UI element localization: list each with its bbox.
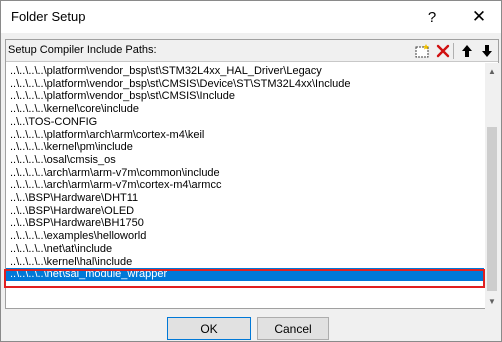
list-item[interactable]: ..\..\..\..\arch\arm\arm-v7m\common\incl… — [6, 167, 484, 180]
panel-header: Setup Compiler Include Paths: — [6, 40, 498, 62]
list-item[interactable]: ..\..\..\..\examples\helloworld — [6, 230, 484, 243]
title-bar: Folder Setup ? ✕ — [1, 1, 501, 33]
list-item[interactable]: ..\..\..\..\osal\cmsis_os — [6, 154, 484, 167]
list-item[interactable]: ..\..\..\..\platform\vendor_bsp\st\CMSIS… — [6, 78, 484, 91]
ok-button[interactable]: OK — [167, 317, 251, 340]
list-item[interactable]: ..\..\..\..\kernel\hal\include — [6, 256, 484, 269]
cancel-button[interactable]: Cancel — [257, 317, 329, 340]
scroll-thumb[interactable] — [487, 127, 497, 291]
help-button[interactable]: ? — [413, 1, 451, 33]
move-up-icon[interactable] — [458, 42, 476, 60]
window-title: Folder Setup — [11, 9, 86, 24]
list-item[interactable]: ..\..\BSP\Hardware\DHT11 — [6, 192, 484, 205]
list-item[interactable]: ..\..\TOS-CONFIG — [6, 116, 484, 129]
list-item[interactable]: ..\..\..\..\net\at\include — [6, 243, 484, 256]
include-paths-panel: Setup Compiler Include Paths: ..\..\..\.… — [5, 39, 499, 309]
list-item[interactable]: ..\..\..\..\platform\vendor_bsp\st\CMSIS… — [6, 90, 484, 103]
list-item[interactable]: ..\..\..\..\arch\arm\arm-v7m\cortex-m4\a… — [6, 179, 484, 192]
scroll-down-icon[interactable]: ▼ — [485, 293, 499, 309]
include-path-list[interactable]: ..\..\..\..\platform\vendor_bsp\st\STM32… — [6, 63, 484, 309]
vertical-scrollbar[interactable]: ▲ ▼ — [485, 63, 499, 309]
scroll-up-icon[interactable]: ▲ — [485, 63, 499, 79]
list-item[interactable]: ..\..\BSP\Hardware\BH1750 — [6, 217, 484, 230]
list-item[interactable]: ..\..\BSP\Hardware\OLED — [6, 205, 484, 218]
list-item[interactable]: ..\..\..\..\kernel\core\include — [6, 103, 484, 116]
close-button[interactable]: ✕ — [457, 1, 501, 33]
new-folder-icon[interactable] — [414, 42, 432, 60]
folder-setup-dialog: Folder Setup ? ✕ Setup Compiler Include … — [0, 0, 502, 342]
panel-label: Setup Compiler Include Paths: — [8, 44, 157, 56]
list-item[interactable]: ..\..\..\..\platform\vendor_bsp\st\STM32… — [6, 65, 484, 78]
list-item[interactable]: ..\..\..\..\kernel\pm\include — [6, 141, 484, 154]
list-item-selected[interactable]: ..\..\..\..\net\sal_module_wrapper — [6, 268, 484, 282]
move-down-icon[interactable] — [478, 42, 496, 60]
toolbar-separator — [453, 43, 454, 59]
list-item[interactable]: ..\..\..\..\platform\arch\arm\cortex-m4\… — [6, 129, 484, 142]
delete-icon[interactable] — [434, 42, 452, 60]
